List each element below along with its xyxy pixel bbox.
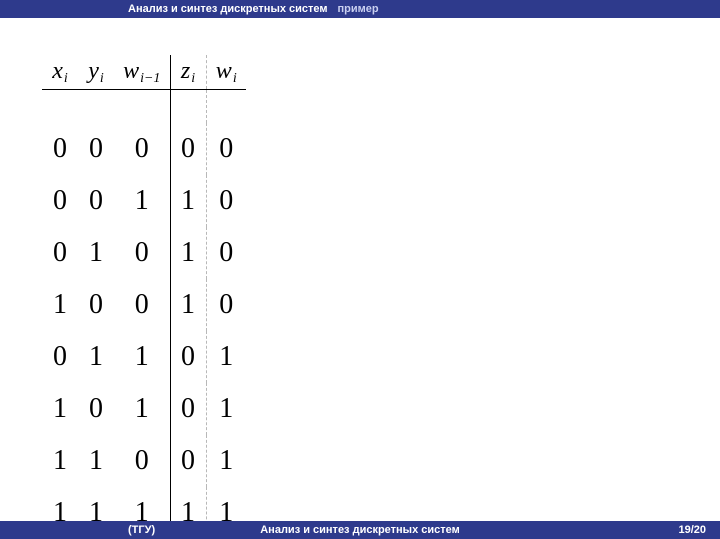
- table-row: 1 1 0 0 1: [42, 435, 246, 487]
- cell: 0: [206, 123, 246, 175]
- table-row: 0 0 1 1 0: [42, 175, 246, 227]
- col-var: x: [52, 58, 63, 84]
- cell: 0: [78, 279, 114, 331]
- slide-title: Анализ и синтез дискретных систем: [128, 3, 328, 15]
- cell: 1: [78, 331, 114, 383]
- cell: 1: [42, 435, 78, 487]
- table-row: 0 1 1 0 1: [42, 331, 246, 383]
- cell: 1: [78, 435, 114, 487]
- cell: 1: [206, 383, 246, 435]
- slide-footer: Анализ и синтез дискретных систем (ТГУ) …: [0, 521, 720, 539]
- col-header: wi: [206, 55, 246, 89]
- col-sub: i: [100, 71, 104, 86]
- footer-title: Анализ и синтез дискретных систем: [0, 524, 720, 536]
- col-header: wi−1: [114, 55, 170, 89]
- cell: 1: [42, 383, 78, 435]
- table-row: 1 0 1 0 1: [42, 383, 246, 435]
- cell: 0: [42, 227, 78, 279]
- cell: 0: [42, 331, 78, 383]
- col-var: w: [123, 58, 139, 84]
- cell: 1: [206, 435, 246, 487]
- slide-content: xi yi wi−1 zi wi 0: [42, 55, 246, 539]
- cell: 0: [170, 383, 206, 435]
- col-var: y: [88, 58, 99, 84]
- cell: 0: [78, 123, 114, 175]
- cell: 1: [170, 279, 206, 331]
- slide-header: Анализ и синтез дискретных систем пример: [0, 0, 720, 18]
- cell: 1: [170, 227, 206, 279]
- col-sub: i: [233, 71, 237, 86]
- footer-author: (ТГУ): [128, 524, 155, 536]
- cell: 0: [42, 123, 78, 175]
- cell: 0: [114, 227, 170, 279]
- cell: 1: [78, 227, 114, 279]
- col-sub: i: [191, 71, 195, 86]
- cell: 1: [114, 383, 170, 435]
- cell: 0: [114, 279, 170, 331]
- col-header: zi: [170, 55, 206, 89]
- cell: 0: [42, 175, 78, 227]
- table-row: 0 0 0 0 0: [42, 123, 246, 175]
- cell: 1: [170, 175, 206, 227]
- col-header: yi: [78, 55, 114, 89]
- cell: 0: [170, 123, 206, 175]
- cell: 0: [114, 435, 170, 487]
- cell: 0: [78, 383, 114, 435]
- col-sub: i: [64, 71, 68, 86]
- cell: 1: [42, 279, 78, 331]
- cell: 0: [170, 331, 206, 383]
- col-header: xi: [42, 55, 78, 89]
- cell: 0: [206, 227, 246, 279]
- table-row: 0 1 0 1 0: [42, 227, 246, 279]
- table-row: 1 0 0 1 0: [42, 279, 246, 331]
- col-var: w: [216, 58, 232, 84]
- slide-subtitle: пример: [338, 3, 379, 15]
- col-var: z: [181, 58, 190, 84]
- table-header-row: xi yi wi−1 zi wi: [42, 55, 246, 89]
- cell: 1: [114, 331, 170, 383]
- cell: 0: [206, 175, 246, 227]
- truth-table: xi yi wi−1 zi wi 0: [42, 55, 246, 539]
- cell: 0: [114, 123, 170, 175]
- col-sub: i−1: [140, 71, 160, 86]
- cell: 1: [206, 331, 246, 383]
- cell: 1: [114, 175, 170, 227]
- cell: 0: [78, 175, 114, 227]
- cell: 0: [206, 279, 246, 331]
- footer-page: 19/20: [678, 524, 706, 536]
- header-rule: [42, 89, 246, 123]
- cell: 0: [170, 435, 206, 487]
